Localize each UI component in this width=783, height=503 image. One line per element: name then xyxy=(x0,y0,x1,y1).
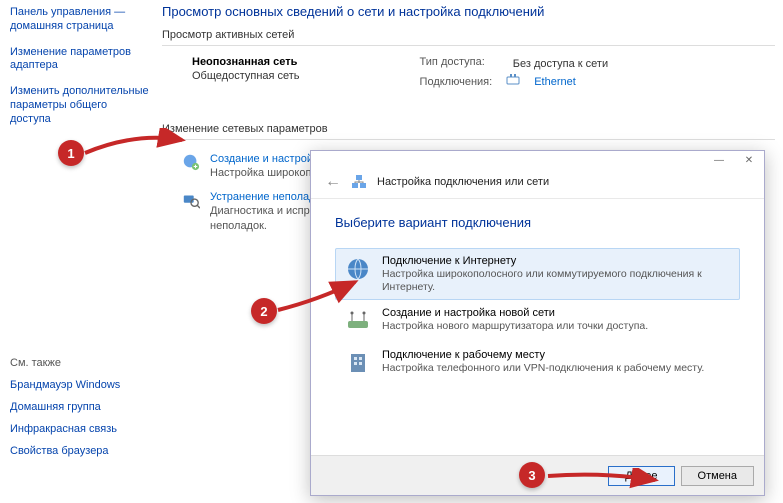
wizard-heading: Выберите вариант подключения xyxy=(335,215,740,230)
annotation-badge-1: 1 xyxy=(58,140,84,166)
divider xyxy=(162,45,775,46)
option-internet[interactable]: Подключение к Интернету Настройка широко… xyxy=(335,248,740,300)
wizard-dialog: — ✕ ← Настройка подключения или сети Выб… xyxy=(310,150,765,496)
network-type: Общедоступная сеть xyxy=(192,70,300,82)
network-icon xyxy=(351,174,367,190)
access-value: Без доступа к сети xyxy=(513,58,608,70)
divider xyxy=(162,139,775,140)
page-title: Просмотр основных сведений о сети и наст… xyxy=(162,4,775,19)
access-label: Тип доступа: xyxy=(420,56,485,70)
option-workplace-title: Подключение к рабочему месту xyxy=(382,349,704,361)
task-troubleshoot-desc: Диагностика и испра неполадок. xyxy=(210,204,316,233)
conn-value[interactable]: Ethernet xyxy=(534,76,576,88)
active-network-row: Неопознанная сеть Общедоступная сеть Тип… xyxy=(162,56,775,89)
next-button[interactable]: Далее xyxy=(608,466,674,486)
see-also-homegroup[interactable]: Домашняя группа xyxy=(10,401,150,413)
router-icon xyxy=(344,307,372,335)
sidebar-link-sharing[interactable]: Изменить дополнительные параметры общего… xyxy=(10,85,150,126)
window-close-button[interactable]: ✕ xyxy=(734,151,764,171)
wizard-title: Настройка подключения или сети xyxy=(377,176,549,188)
sidebar-link-adapter[interactable]: Изменение параметров адаптера xyxy=(10,46,150,74)
see-also-ir[interactable]: Инфракрасная связь xyxy=(10,423,150,435)
network-name: Неопознанная сеть xyxy=(192,56,300,68)
back-button[interactable]: ← xyxy=(325,173,341,191)
option-internet-desc: Настройка широкополосного или коммутируе… xyxy=(382,268,731,293)
see-also-firewall[interactable]: Брандмауэр Windows xyxy=(10,379,150,391)
troubleshoot-icon xyxy=(182,191,200,209)
connection-plus-icon xyxy=(182,153,200,171)
option-workplace-desc: Настройка телефонного или VPN-подключени… xyxy=(382,362,704,375)
ethernet-icon xyxy=(506,74,520,89)
see-also-browser[interactable]: Свойства браузера xyxy=(10,445,150,457)
globe-icon xyxy=(344,255,372,283)
option-new-network-desc: Настройка нового маршрутизатора или точк… xyxy=(382,320,648,333)
option-new-network[interactable]: Создание и настройка новой сети Настройк… xyxy=(335,300,740,342)
task-troubleshoot-title[interactable]: Устранение неполад xyxy=(210,191,316,203)
window-minimize-button[interactable]: — xyxy=(704,151,734,171)
annotation-badge-3: 3 xyxy=(519,462,545,488)
params-header: Изменение сетевых параметров xyxy=(162,123,775,135)
sidebar-link-home[interactable]: Панель управления — домашняя страница xyxy=(10,6,150,34)
see-also: См. также Брандмауэр Windows Домашняя гр… xyxy=(10,357,150,467)
sidebar: Панель управления — домашняя страница Из… xyxy=(10,6,150,138)
option-workplace[interactable]: Подключение к рабочему месту Настройка т… xyxy=(335,342,740,384)
option-internet-title: Подключение к Интернету xyxy=(382,255,731,267)
see-also-header: См. также xyxy=(10,357,150,369)
active-networks-header: Просмотр активных сетей xyxy=(162,29,775,41)
annotation-badge-2: 2 xyxy=(251,298,277,324)
building-icon xyxy=(344,349,372,377)
cancel-button[interactable]: Отмена xyxy=(681,466,754,486)
option-new-network-title: Создание и настройка новой сети xyxy=(382,307,648,319)
conn-label: Подключения: xyxy=(420,76,493,88)
